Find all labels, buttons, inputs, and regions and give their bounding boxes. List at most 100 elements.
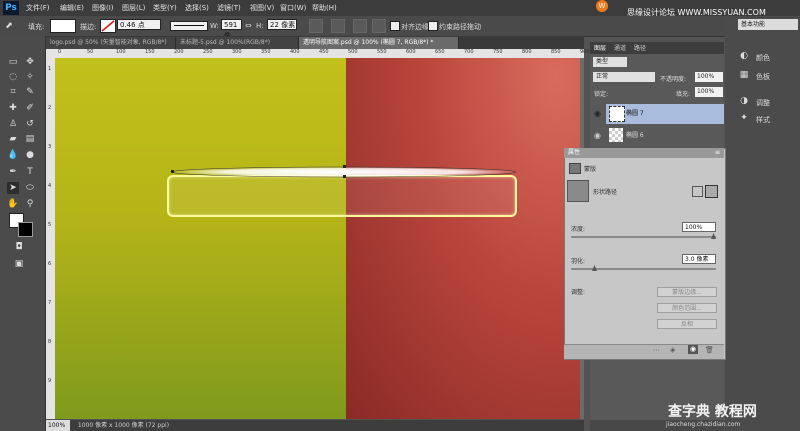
ruler-tick-label: 6	[48, 261, 52, 267]
menu-help[interactable]: 帮助(H)	[312, 3, 337, 13]
move-tool-icon[interactable]: ✥	[24, 56, 36, 68]
lasso-tool-icon[interactable]: ◌	[7, 71, 19, 83]
layer-row-ellipse6[interactable]: 椭圆 6	[606, 126, 724, 146]
visibility-eye-icon[interactable]: ◉	[594, 131, 601, 140]
opacity-field[interactable]: 100%	[695, 72, 723, 82]
vector-mask-button-icon[interactable]	[705, 185, 718, 198]
styles-panel-icon[interactable]: ✦	[738, 112, 750, 124]
doc-tab-logo[interactable]: logo.psd @ 50% (矢量智能对象, RGB/8*)	[46, 37, 176, 49]
swatches-panel-icon[interactable]: ▦	[738, 69, 750, 81]
brush-tool-icon[interactable]: ✐	[24, 102, 36, 114]
link-icon[interactable]: ⇔	[245, 21, 252, 30]
menu-file[interactable]: 文件(F)	[26, 3, 50, 13]
ellipse-tool-icon[interactable]: ⬭	[24, 182, 36, 194]
mask-edge-button[interactable]: 蒙版边缘...	[657, 287, 717, 297]
tab-paths[interactable]: 路径	[634, 43, 646, 52]
workspace-dropdown[interactable]: 基本功能	[738, 19, 798, 30]
ruler-tick-label: 600	[406, 49, 416, 55]
menu-filter[interactable]: 滤镜(T)	[217, 3, 241, 13]
visibility-icon[interactable]: ◉	[688, 345, 698, 354]
pen-tool-icon[interactable]: ✒	[7, 166, 19, 178]
clone-stamp-icon[interactable]: ♙	[7, 118, 19, 130]
constrain-path-label: 约束路径拖动	[439, 23, 481, 31]
history-brush-icon[interactable]: ↺	[24, 118, 36, 130]
blend-mode-dropdown[interactable]: 正常	[593, 72, 655, 82]
dock-swatches[interactable]: 色板	[756, 72, 770, 82]
tab-layers[interactable]: 图层	[594, 43, 606, 52]
visibility-eye-icon[interactable]: ◉	[594, 109, 601, 118]
stroke-type-dropdown[interactable]	[170, 21, 208, 31]
align-edges-checkbox[interactable]	[390, 21, 400, 31]
healing-brush-icon[interactable]: ✚	[7, 102, 19, 114]
doc-tab-nav-pattern[interactable]: 透明导航图案.psd @ 100% (椭圆 7, RGB/8*) *	[299, 37, 459, 49]
menu-edit[interactable]: 编辑(E)	[60, 3, 84, 13]
properties-title-bar: 属性 ≡	[564, 148, 724, 158]
menu-image[interactable]: 图像(I)	[92, 3, 114, 13]
mask-icon[interactable]	[569, 163, 581, 174]
path-select-tool-icon[interactable]: ⬈	[3, 20, 15, 32]
fill-swatch[interactable]	[50, 19, 76, 33]
tab-channels[interactable]: 通道	[614, 43, 626, 52]
panel-menu-icon[interactable]: ≡	[715, 148, 720, 158]
stroke-size-field[interactable]: 0.46 点	[117, 19, 161, 30]
ruler-tick-label: 7	[48, 300, 52, 306]
adjustments-panel-icon[interactable]: ◑	[738, 95, 750, 107]
settings-gear-icon[interactable]	[372, 19, 386, 33]
background-color-swatch[interactable]	[18, 222, 33, 237]
doc-tab-untitled5[interactable]: 未标题-5.psd @ 100%(RGB/8*)	[176, 37, 299, 49]
magic-wand-icon[interactable]: ✧	[24, 71, 36, 83]
w-label: W:	[210, 22, 219, 30]
ruler-tick-label: 250	[203, 49, 213, 55]
color-range-button[interactable]: 颜色范围...	[657, 303, 717, 313]
zoom-tool-icon[interactable]: ⚲	[24, 198, 36, 210]
gradient-tool-icon[interactable]: ▤	[24, 133, 36, 145]
invert-button[interactable]: 反相	[657, 319, 717, 329]
blur-tool-icon[interactable]: 💧	[7, 149, 19, 161]
menu-type[interactable]: 类型(Y)	[153, 3, 177, 13]
dock-adjustments[interactable]: 调整	[756, 98, 770, 108]
path-alignment-icon[interactable]	[331, 19, 345, 33]
ruler-tick-label: 50	[87, 49, 94, 55]
menu-window[interactable]: 窗口(W)	[280, 3, 306, 13]
menu-select[interactable]: 选择(S)	[185, 3, 209, 13]
zoom-level[interactable]: 100%	[46, 420, 70, 431]
menu-layer[interactable]: 图层(L)	[122, 3, 145, 13]
stroke-swatch[interactable]	[100, 19, 116, 33]
density-field[interactable]: 100%	[682, 222, 716, 232]
dodge-tool-icon[interactable]: ●	[24, 149, 36, 161]
constrain-path-checkbox[interactable]	[428, 21, 438, 31]
density-slider[interactable]	[571, 236, 716, 238]
crop-tool-icon[interactable]: ⌗	[7, 86, 19, 98]
layer-filter-dropdown[interactable]: 类型	[593, 57, 627, 67]
marquee-tool-icon[interactable]: ▭	[7, 56, 19, 68]
no-stroke-icon	[101, 20, 115, 32]
color-panel-icon[interactable]: ◐	[738, 50, 750, 62]
delete-mask-icon[interactable]: 🗑	[705, 346, 714, 354]
path-operations-icon[interactable]	[309, 19, 323, 33]
mask-thumbnail	[567, 180, 589, 202]
document-canvas[interactable]	[55, 58, 580, 419]
screen-mode-icon[interactable]: ▣	[13, 258, 25, 270]
eraser-icon[interactable]: ▰	[7, 133, 19, 145]
height-field[interactable]: 22 像素	[267, 19, 297, 30]
properties-title: 属性	[568, 149, 581, 156]
quick-mask-icon[interactable]: ◘	[13, 241, 25, 253]
document-info[interactable]: 1000 像素 x 1000 像素 (72 ppi)	[78, 422, 169, 429]
feather-field[interactable]: 3.0 像素	[682, 254, 716, 264]
hand-tool-icon[interactable]: ✋	[7, 198, 19, 210]
load-selection-icon[interactable]: ⋯	[653, 346, 660, 354]
type-tool-icon[interactable]: T	[24, 166, 36, 178]
fill-label-layers: 填充:	[676, 91, 691, 98]
width-field[interactable]: 591 像	[221, 19, 242, 40]
eyedropper-icon[interactable]: ✎	[24, 86, 36, 98]
ellipse-highlight-path[interactable]	[171, 165, 517, 179]
pixel-mask-button-icon[interactable]	[692, 186, 703, 197]
dock-color[interactable]: 颜色	[756, 53, 770, 63]
menu-view[interactable]: 视图(V)	[250, 3, 274, 13]
dock-styles[interactable]: 样式	[756, 115, 770, 125]
path-selection-tool-icon[interactable]: ➤	[7, 182, 19, 194]
ruler-tick-label: 850	[551, 49, 561, 55]
apply-mask-icon[interactable]: ◈	[670, 346, 675, 354]
fill-field[interactable]: 100%	[695, 87, 723, 97]
path-arrangement-icon[interactable]	[353, 19, 367, 33]
